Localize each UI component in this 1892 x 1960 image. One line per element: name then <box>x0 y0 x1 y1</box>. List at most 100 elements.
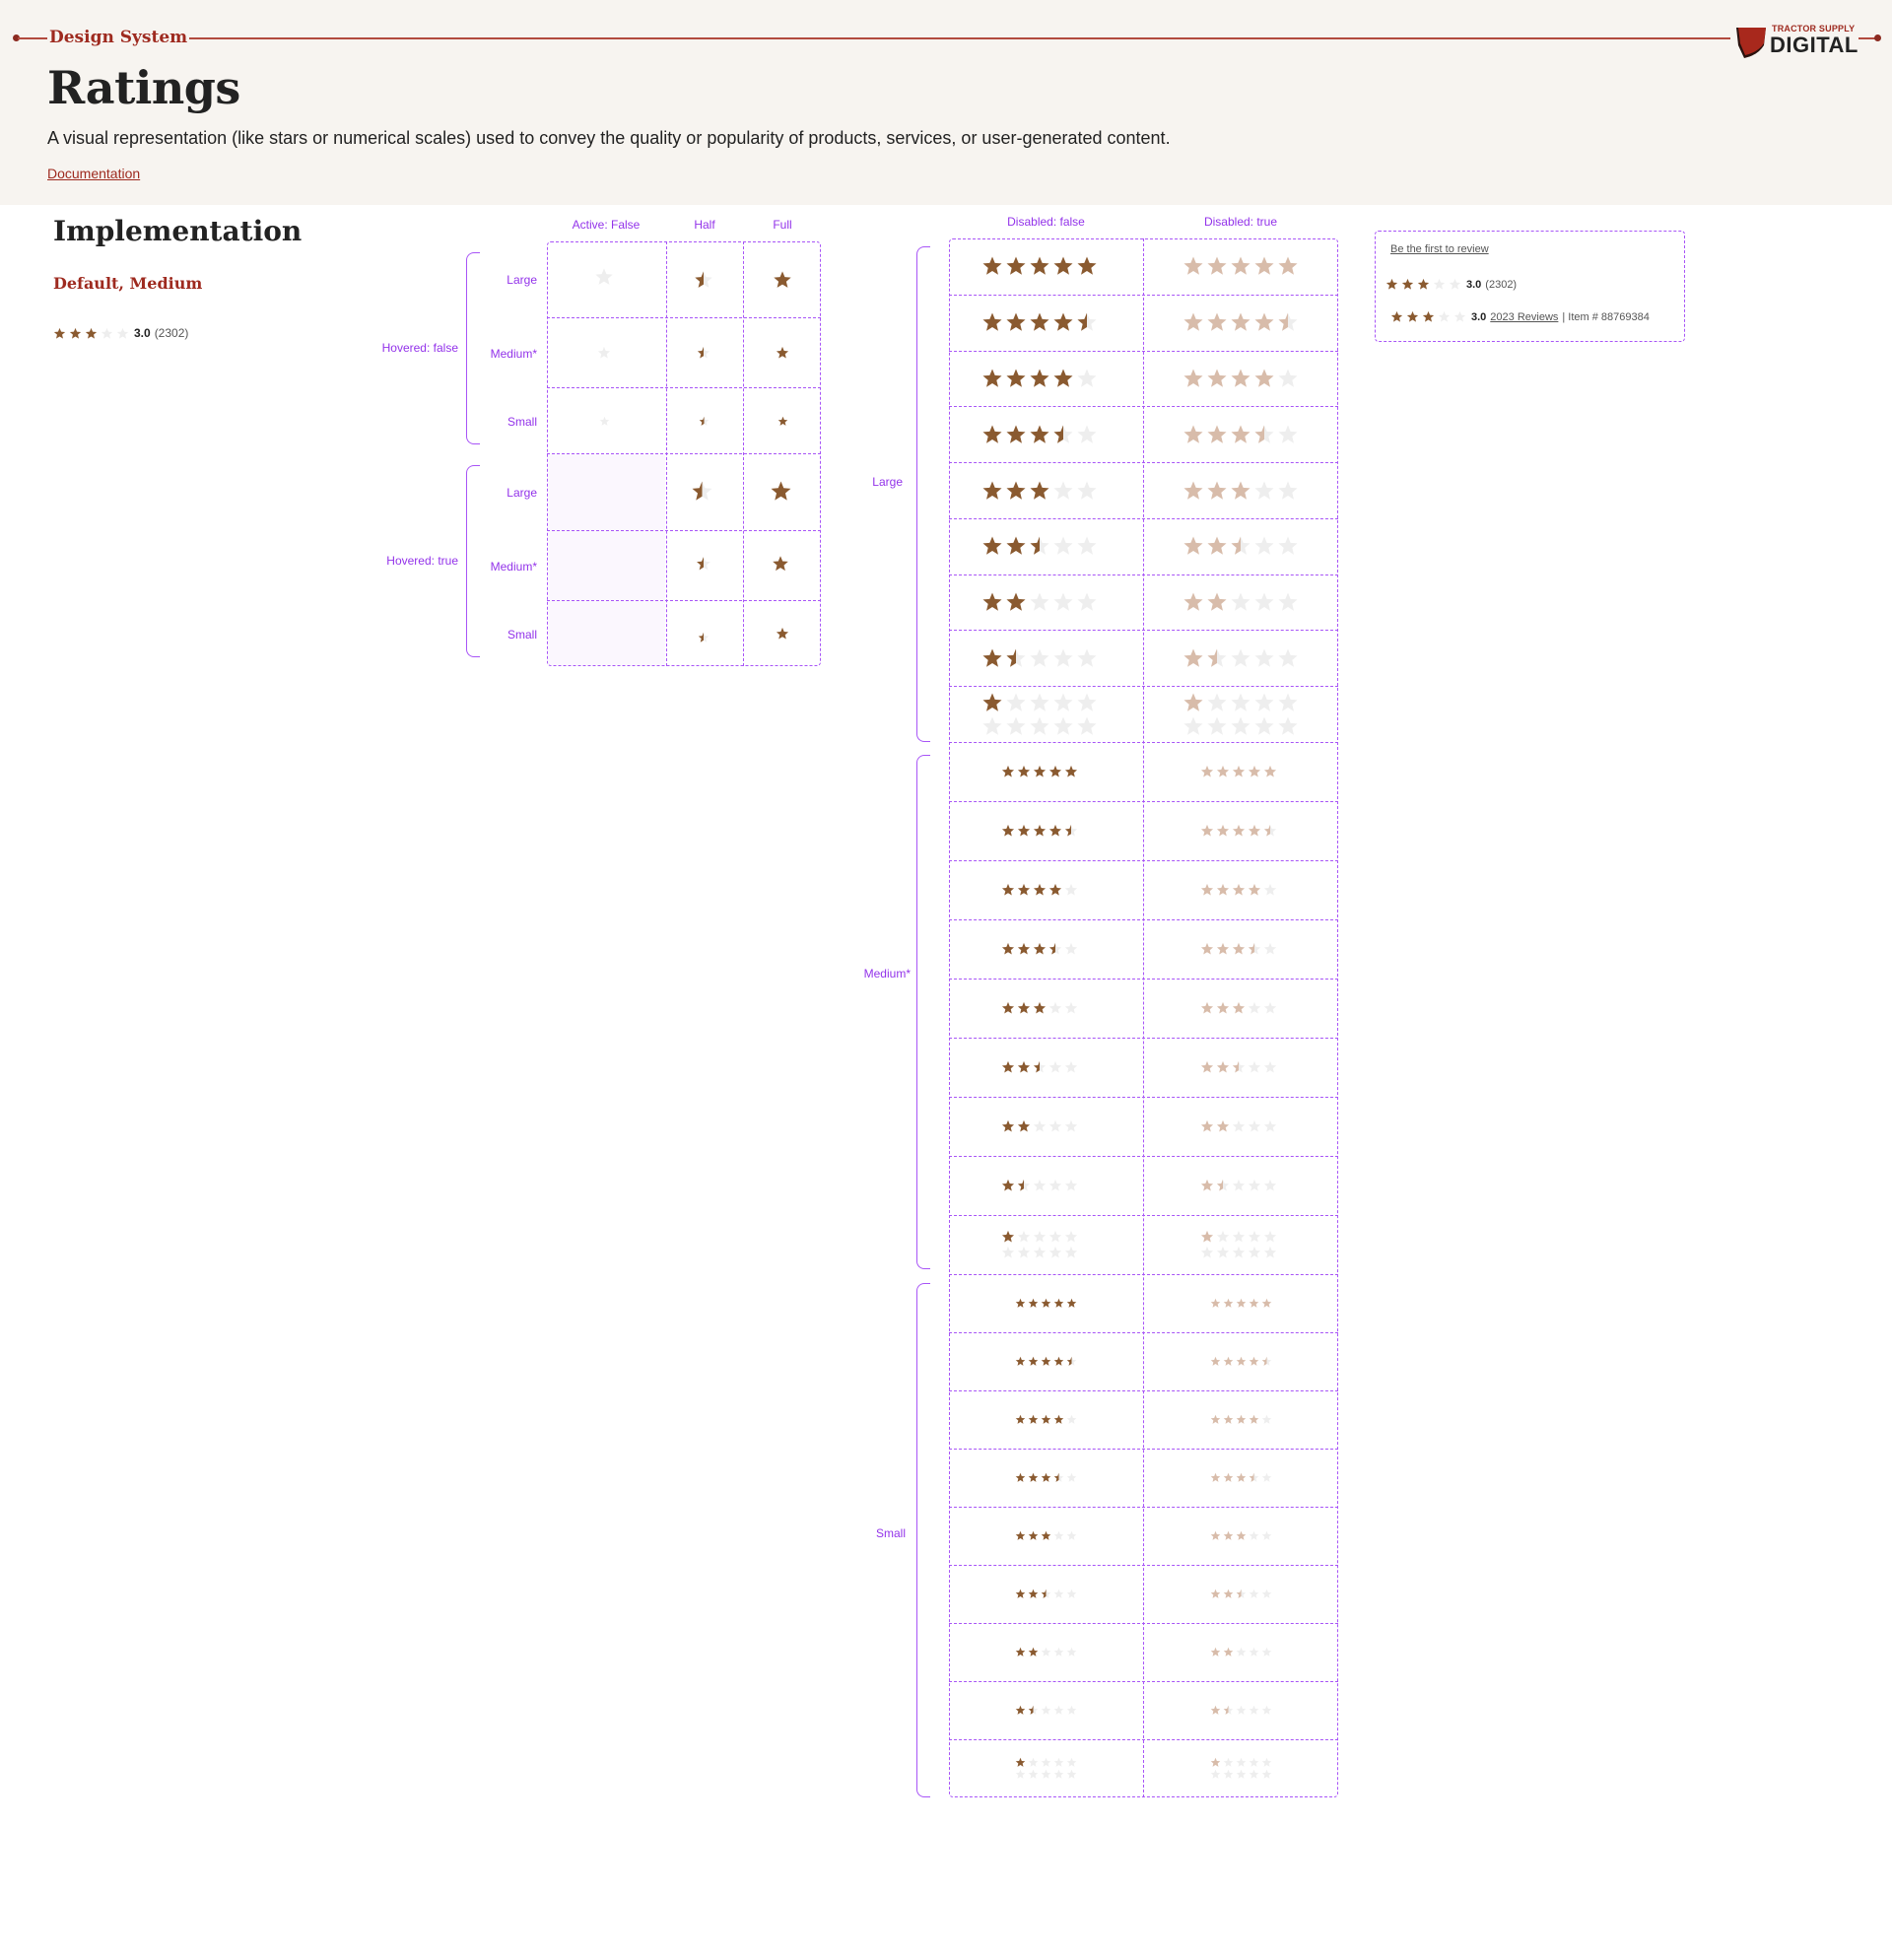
star-full-icon <box>1183 312 1203 331</box>
grid-row-divider <box>949 630 1338 631</box>
star-full-icon[interactable] <box>770 480 792 507</box>
star-empty-icon <box>1030 592 1049 611</box>
group-label-hovered-false: Hovered: false <box>381 341 458 355</box>
star-full-icon[interactable] <box>772 555 789 577</box>
star-full-icon <box>1231 369 1250 387</box>
star-full-icon[interactable] <box>773 270 792 295</box>
col-header-half: Half <box>694 218 715 232</box>
rating-stars-disabled <box>1200 1060 1277 1074</box>
star-full-icon <box>982 592 1002 611</box>
star-full-icon <box>1053 312 1073 331</box>
star-empty-icon <box>1263 1230 1277 1243</box>
grid-row-divider <box>949 462 1338 463</box>
rating-stars-enabled <box>1001 824 1078 838</box>
star-full-icon[interactable] <box>777 414 788 432</box>
rating-stars-disabled <box>1182 424 1299 445</box>
star-half-icon <box>1232 1060 1246 1073</box>
star-full-icon <box>1223 1298 1234 1308</box>
star-half-icon[interactable] <box>696 556 711 576</box>
star-empty-icon <box>1207 693 1227 711</box>
star-full-icon <box>1417 278 1430 290</box>
grid-row-divider <box>949 1565 1338 1566</box>
star-half-icon <box>1017 1179 1031 1191</box>
star-full-icon <box>1261 1298 1272 1308</box>
star-empty-icon <box>1278 481 1298 500</box>
star-full-icon <box>774 271 791 288</box>
star-half-icon[interactable] <box>698 631 710 648</box>
star-empty-icon <box>1223 1757 1234 1767</box>
star-empty-icon <box>1053 716 1073 735</box>
star-empty-icon <box>1207 716 1227 735</box>
grid-row-divider <box>949 801 1338 802</box>
page-title: Ratings <box>47 61 240 114</box>
star-half-icon[interactable] <box>699 414 710 432</box>
rating-stars-enabled <box>1015 1757 1077 1768</box>
star-inactive-icon[interactable] <box>594 267 614 292</box>
star-half-icon <box>1033 1060 1047 1073</box>
star-inactive-icon[interactable] <box>599 414 610 432</box>
grid-row-divider <box>949 351 1338 352</box>
star-full-icon <box>1210 1530 1221 1540</box>
star-half-icon[interactable] <box>691 480 713 507</box>
rating-value: 3.0 <box>1466 278 1482 291</box>
header-line-end-dot <box>1874 34 1881 41</box>
star-empty-icon <box>101 327 113 339</box>
star-empty-icon <box>1066 1588 1077 1598</box>
star-empty-icon <box>1017 1246 1031 1258</box>
rating-stars-enabled <box>1001 883 1078 897</box>
star-full-icon <box>1263 765 1277 777</box>
star-half-icon[interactable] <box>697 346 710 365</box>
rating-stars-enabled <box>981 480 1098 502</box>
rating-stars-enabled <box>981 692 1098 713</box>
star-empty-icon <box>1064 942 1078 955</box>
grid-row-divider <box>949 295 1338 296</box>
star-empty-icon <box>1048 1060 1062 1073</box>
rating-stars-disabled <box>1200 765 1277 778</box>
star-half-icon[interactable] <box>694 270 713 295</box>
star-half-icon <box>698 632 710 642</box>
star-empty-icon <box>1064 883 1078 896</box>
star-inactive-icon[interactable] <box>597 346 611 365</box>
star-full-icon <box>1210 1647 1221 1656</box>
row-label-medium: Medium* <box>490 347 537 361</box>
star-empty-icon <box>1254 716 1274 735</box>
rating-stars-enabled <box>981 368 1098 389</box>
row-label-small: Small <box>507 415 537 429</box>
reviews-count-link[interactable]: 2023 Reviews <box>1490 311 1558 323</box>
star-empty-icon <box>1077 425 1097 443</box>
rating-stars-disabled <box>1200 1001 1277 1015</box>
rating-stars-enabled <box>1015 1298 1077 1309</box>
grid-row-divider <box>949 1623 1338 1624</box>
star-full-icon <box>1015 1356 1026 1366</box>
star-full-icon <box>1207 256 1227 275</box>
documentation-link[interactable]: Documentation <box>47 166 140 181</box>
star-full-icon <box>1254 312 1274 331</box>
star-full-icon <box>1183 256 1203 275</box>
rating-stars-disabled <box>1210 1530 1272 1541</box>
rating-stars-enabled <box>1015 1530 1077 1541</box>
star-full-icon <box>1017 1060 1031 1073</box>
star-empty-icon <box>1006 693 1026 711</box>
star-full-icon <box>1001 765 1015 777</box>
star-full-icon <box>1210 1757 1221 1767</box>
star-full-icon <box>1232 942 1246 955</box>
star-full-icon[interactable] <box>776 627 789 645</box>
star-empty-icon <box>1077 592 1097 611</box>
star-empty-icon <box>1041 1769 1051 1779</box>
star-half-icon <box>1249 1472 1259 1482</box>
star-full-icon <box>1236 1530 1247 1540</box>
star-empty-icon <box>1263 1246 1277 1258</box>
star-full-icon <box>1041 1472 1051 1482</box>
star-half-icon <box>692 481 712 501</box>
star-full-icon <box>1210 1356 1221 1366</box>
star-full-icon <box>1216 1060 1230 1073</box>
star-full-icon[interactable] <box>776 346 789 365</box>
star-empty-icon <box>1248 1246 1261 1258</box>
star-full-icon <box>1048 824 1062 837</box>
rating-stars-enabled <box>1001 1060 1078 1074</box>
star-full-icon <box>1001 883 1015 896</box>
implementation-title: Implementation <box>53 215 303 247</box>
be-first-to-review-link[interactable]: Be the first to review <box>1390 243 1489 255</box>
star-empty-icon <box>1200 1246 1214 1258</box>
star-full-icon <box>1223 1647 1234 1656</box>
